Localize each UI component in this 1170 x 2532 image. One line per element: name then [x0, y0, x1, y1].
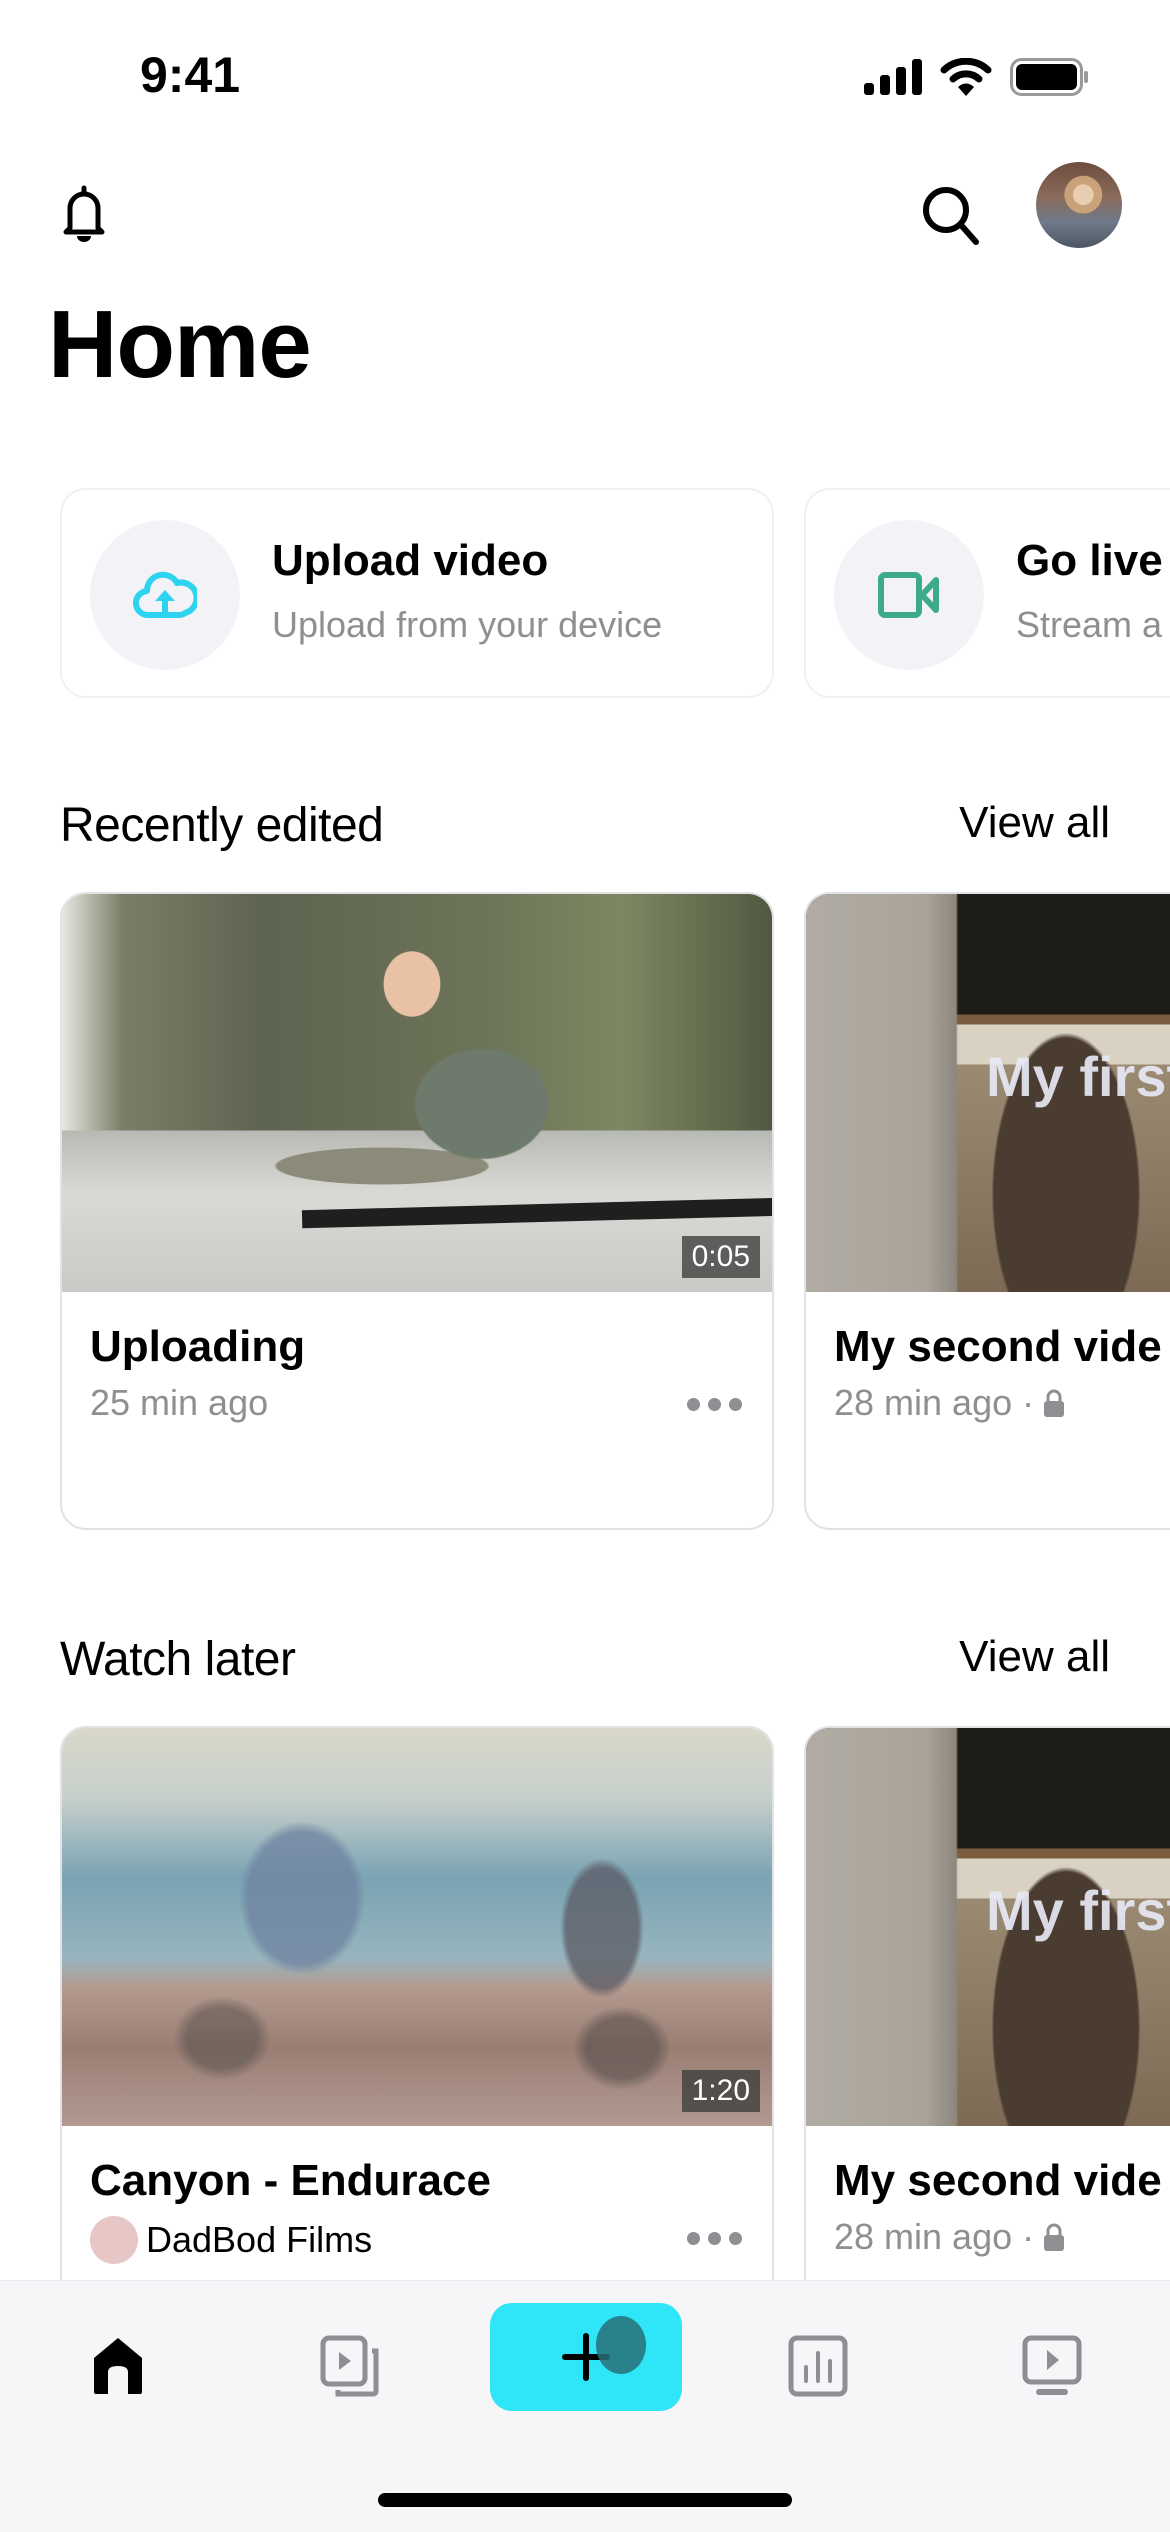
video-library-icon	[320, 2335, 379, 2397]
video-meta: 28 min ago ·	[834, 2216, 1066, 2258]
video-camera-icon	[878, 572, 939, 618]
video-title: Uploading	[90, 1322, 306, 1371]
video-card-my-second-video-2[interactable]: My first My second vide 28 min ago ·	[804, 1726, 1170, 2364]
go-live-card[interactable]: Go live Stream a	[804, 488, 1170, 698]
video-card-uploading[interactable]: 0:05 Uploading 25 min ago	[60, 892, 774, 1530]
video-title: My second vide	[834, 1322, 1162, 1371]
duration-badge: 1:20	[681, 2070, 760, 2112]
page-title: Home	[48, 291, 312, 398]
top-bar	[0, 160, 1170, 260]
video-thumbnail[interactable]: My first	[806, 894, 1170, 1292]
recently-edited-header: Recently edited View all	[60, 798, 1110, 868]
home-indicator[interactable]	[378, 2493, 792, 2507]
section-title-watch-later: Watch later	[60, 1633, 296, 1686]
watch-later-header: Watch later View all	[60, 1632, 1110, 1702]
video-timestamp: 25 min ago	[90, 1382, 269, 1423]
analytics-icon	[788, 2335, 848, 2397]
status-icons	[864, 58, 1090, 96]
video-card-my-second-video[interactable]: My first My second vide 28 min ago ·	[804, 892, 1170, 1530]
lock-icon	[1044, 2223, 1065, 2251]
cloud-upload-icon	[133, 571, 197, 619]
home-icon	[94, 2338, 142, 2394]
channel-name[interactable]: DadBod Films	[146, 2219, 372, 2261]
thumbnail-overlay-text: My first	[986, 1045, 1170, 1108]
video-title: Canyon - Endurace	[90, 2156, 491, 2205]
video-card-canyon-endurace[interactable]: 1:20 Canyon - Endurace DadBod Films	[60, 1726, 774, 2364]
section-title-recently-edited: Recently edited	[60, 799, 384, 852]
go-live-subtitle: Stream a	[1016, 604, 1163, 645]
go-live-title: Go live	[1016, 536, 1163, 585]
video-meta: 25 min ago	[90, 1382, 268, 1424]
create-button[interactable]	[490, 2303, 682, 2411]
more-options-button[interactable]	[687, 1398, 742, 1411]
duration-badge: 0:05	[681, 1236, 760, 1278]
upload-icon-circle	[90, 520, 240, 670]
thumbnail-overlay-text: My first	[986, 1879, 1170, 1942]
video-title: My second vide	[834, 2156, 1162, 2205]
upload-video-card[interactable]: Upload video Upload from your device	[60, 488, 774, 698]
avatar[interactable]	[1036, 162, 1122, 248]
status-bar: 9:41	[0, 0, 1170, 150]
status-time: 9:41	[140, 47, 241, 103]
tab-watch[interactable]	[982, 2281, 1122, 2451]
lock-icon	[1044, 1389, 1065, 1417]
battery-icon	[1010, 58, 1088, 96]
tab-home[interactable]	[48, 2281, 188, 2451]
video-thumbnail[interactable]: My first	[806, 1728, 1170, 2126]
video-thumbnail[interactable]: 1:20	[62, 1728, 772, 2126]
tv-play-icon	[1022, 2335, 1082, 2395]
quick-actions: Upload video Upload from your device Go …	[0, 488, 1170, 700]
tab-library[interactable]	[280, 2281, 420, 2451]
bell-icon[interactable]	[52, 182, 116, 246]
view-all-recently-edited[interactable]: View all	[959, 798, 1110, 848]
touch-indicator	[596, 2316, 646, 2374]
video-timestamp: 28 min ago ·	[834, 2216, 1035, 2257]
video-thumbnail[interactable]: 0:05	[62, 894, 772, 1292]
search-icon[interactable]	[918, 182, 984, 248]
wifi-icon	[940, 58, 992, 96]
upload-video-title: Upload video	[272, 536, 549, 585]
video-timestamp: 28 min ago ·	[834, 1382, 1035, 1423]
channel-avatar[interactable]	[90, 2216, 138, 2264]
view-all-watch-later[interactable]: View all	[959, 1632, 1110, 1682]
tab-analytics[interactable]	[748, 2281, 888, 2451]
live-icon-circle	[834, 520, 984, 670]
video-meta: 28 min ago ·	[834, 1382, 1066, 1424]
upload-video-subtitle: Upload from your device	[272, 604, 663, 645]
more-options-button[interactable]	[687, 2232, 742, 2245]
cellular-signal-icon	[864, 59, 922, 95]
channel-row: DadBod Films	[90, 2216, 372, 2264]
